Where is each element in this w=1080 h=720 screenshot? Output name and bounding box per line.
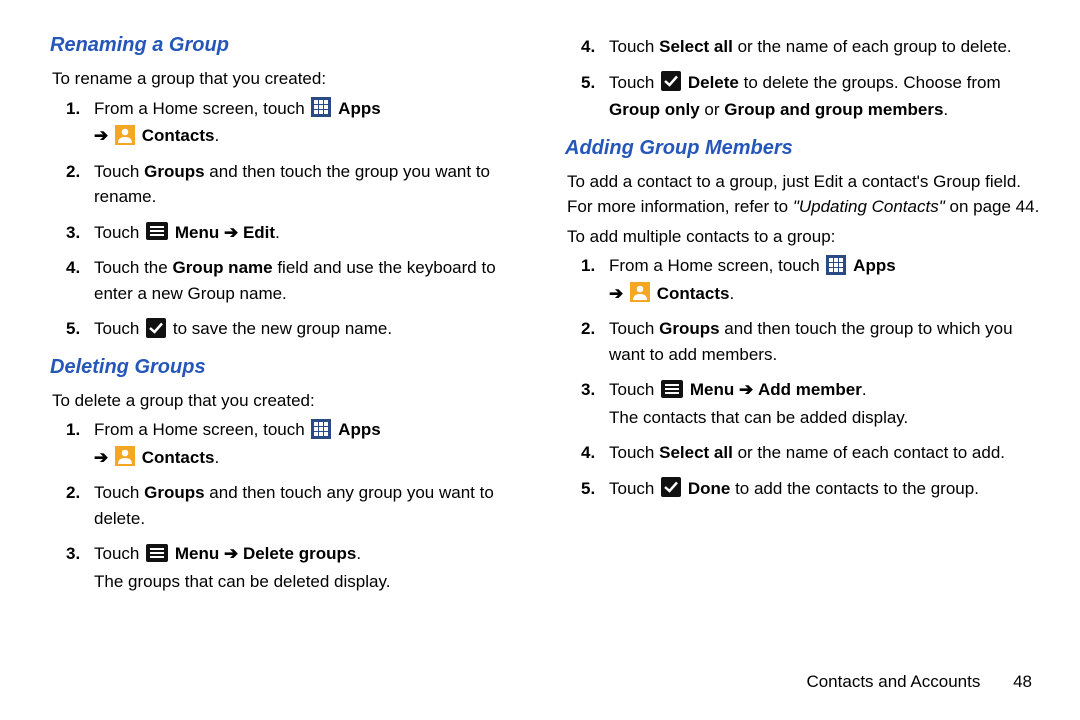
left-column: Renaming a Group To rename a group that … <box>50 30 525 604</box>
heading-adding: Adding Group Members <box>565 133 1040 163</box>
arrow-icon <box>224 544 238 563</box>
adding-step-2: Touch Groups and then touch the group to… <box>609 316 1040 367</box>
deleting-step-5: Touch Delete to delete the groups. Choos… <box>609 70 1040 123</box>
adding-step-1: From a Home screen, touch Apps Contacts. <box>609 253 1040 306</box>
adding-intro-1: To add a contact to a group, just Edit a… <box>567 169 1040 220</box>
page-footer: Contacts and Accounts 48 <box>806 672 1032 692</box>
renaming-steps: From a Home screen, touch Apps Contacts.… <box>50 96 525 342</box>
adding-step-4: Touch Select all or the name of each con… <box>609 440 1040 466</box>
deleting-steps-continued: Touch Select all or the name of each gro… <box>565 34 1040 123</box>
heading-deleting: Deleting Groups <box>50 352 525 382</box>
adding-steps: From a Home screen, touch Apps Contacts.… <box>565 253 1040 501</box>
adding-intro-2: To add multiple contacts to a group: <box>567 224 1040 250</box>
right-column: Touch Select all or the name of each gro… <box>565 30 1040 604</box>
renaming-step-3: Touch Menu Edit. <box>94 220 525 246</box>
renaming-step-4: Touch the Group name field and use the k… <box>94 255 525 306</box>
deleting-step-2: Touch Groups and then touch any group yo… <box>94 480 525 531</box>
renaming-step-1: From a Home screen, touch Apps Contacts. <box>94 96 525 149</box>
arrow-icon <box>94 448 108 467</box>
menu-icon <box>661 380 683 398</box>
apps-icon <box>311 419 331 439</box>
contacts-icon <box>630 282 650 302</box>
page-content: Renaming a Group To rename a group that … <box>0 0 1080 624</box>
deleting-steps: From a Home screen, touch Apps Contacts.… <box>50 417 525 594</box>
deleting-step-4: Touch Select all or the name of each gro… <box>609 34 1040 60</box>
renaming-step-5: Touch to save the new group name. <box>94 316 525 342</box>
check-icon <box>661 477 681 497</box>
check-icon <box>661 71 681 91</box>
deleting-step-1: From a Home screen, touch Apps Contacts. <box>94 417 525 470</box>
adding-step-3: Touch Menu Add member. The contacts that… <box>609 377 1040 430</box>
contacts-icon <box>115 125 135 145</box>
renaming-intro: To rename a group that you created: <box>52 66 525 92</box>
apps-icon <box>826 255 846 275</box>
deleting-intro: To delete a group that you created: <box>52 388 525 414</box>
arrow-icon <box>609 284 623 303</box>
arrow-icon <box>224 223 238 242</box>
adding-step-5: Touch Done to add the contacts to the gr… <box>609 476 1040 502</box>
check-icon <box>146 318 166 338</box>
arrow-icon <box>94 126 108 145</box>
deleting-step-3: Touch Menu Delete groups. The groups tha… <box>94 541 525 594</box>
contacts-icon <box>115 446 135 466</box>
arrow-icon <box>739 380 753 399</box>
apps-icon <box>311 97 331 117</box>
page-number: 48 <box>1013 672 1032 691</box>
renaming-step-2: Touch Groups and then touch the group yo… <box>94 159 525 210</box>
menu-icon <box>146 222 168 240</box>
menu-icon <box>146 544 168 562</box>
heading-renaming: Renaming a Group <box>50 30 525 60</box>
footer-section: Contacts and Accounts <box>806 672 980 691</box>
